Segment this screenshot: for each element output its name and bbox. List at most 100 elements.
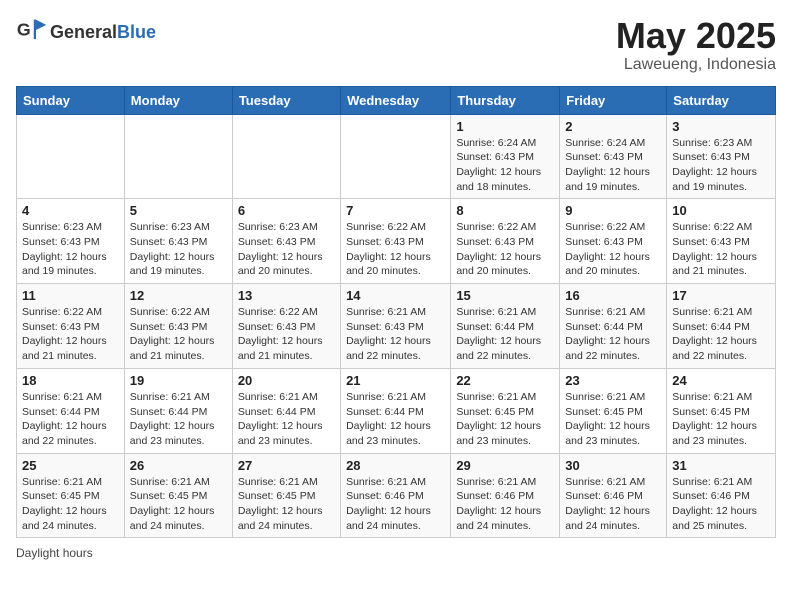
calendar-cell: 9 Sunrise: 6:22 AMSunset: 6:43 PMDaylight… — [560, 199, 667, 284]
day-number: 30 — [565, 458, 661, 473]
day-info: Sunrise: 6:23 AMSunset: 6:43 PMDaylight:… — [22, 220, 119, 279]
footer-note: Daylight hours — [16, 546, 776, 560]
day-number: 5 — [130, 203, 227, 218]
day-info: Sunrise: 6:21 AMSunset: 6:45 PMDaylight:… — [565, 390, 661, 449]
day-number: 31 — [672, 458, 770, 473]
day-number: 28 — [346, 458, 445, 473]
day-info: Sunrise: 6:21 AMSunset: 6:45 PMDaylight:… — [130, 475, 227, 534]
calendar-cell: 6 Sunrise: 6:23 AMSunset: 6:43 PMDaylight… — [232, 199, 340, 284]
calendar-cell: 16 Sunrise: 6:21 AMSunset: 6:44 PMDayligh… — [560, 284, 667, 369]
day-info: Sunrise: 6:21 AMSunset: 6:44 PMDaylight:… — [346, 390, 445, 449]
day-info: Sunrise: 6:21 AMSunset: 6:43 PMDaylight:… — [346, 305, 445, 364]
calendar-week-row: 25 Sunrise: 6:21 AMSunset: 6:45 PMDayligh… — [17, 453, 776, 538]
day-info: Sunrise: 6:21 AMSunset: 6:44 PMDaylight:… — [456, 305, 554, 364]
calendar-cell: 15Sunrise: 6:21 AMSunset: 6:44 PMDayligh… — [451, 284, 560, 369]
calendar-cell: 19 Sunrise: 6:21 AMSunset: 6:44 PMDayligh… — [124, 368, 232, 453]
day-number: 25 — [22, 458, 119, 473]
calendar-cell: 24Sunrise: 6:21 AMSunset: 6:45 PMDayligh… — [667, 368, 776, 453]
day-number: 13 — [238, 288, 335, 303]
day-number: 14 — [346, 288, 445, 303]
calendar-cell: 8Sunrise: 6:22 AMSunset: 6:43 PMDaylight… — [451, 199, 560, 284]
day-info: Sunrise: 6:21 AMSunset: 6:45 PMDaylight:… — [238, 475, 335, 534]
logo: G GeneralBlue — [16, 16, 156, 48]
calendar-cell — [124, 114, 232, 199]
calendar-cell: 25 Sunrise: 6:21 AMSunset: 6:45 PMDayligh… — [17, 453, 125, 538]
day-number: 23 — [565, 373, 661, 388]
day-number: 9 — [565, 203, 661, 218]
calendar-cell: 12Sunrise: 6:22 AMSunset: 6:43 PMDayligh… — [124, 284, 232, 369]
calendar-cell: 22Sunrise: 6:21 AMSunset: 6:45 PMDayligh… — [451, 368, 560, 453]
weekday-header: Wednesday — [341, 86, 451, 114]
day-info: Sunrise: 6:23 AMSunset: 6:43 PMDaylight:… — [672, 136, 770, 195]
day-number: 21 — [346, 373, 445, 388]
day-info: Sunrise: 6:23 AMSunset: 6:43 PMDaylight:… — [238, 220, 335, 279]
calendar-cell — [232, 114, 340, 199]
weekday-header: Friday — [560, 86, 667, 114]
weekday-header: Monday — [124, 86, 232, 114]
calendar-week-row: 4 Sunrise: 6:23 AMSunset: 6:43 PMDaylight… — [17, 199, 776, 284]
calendar-week-row: 11 Sunrise: 6:22 AMSunset: 6:43 PMDayligh… — [17, 284, 776, 369]
weekday-header: Sunday — [17, 86, 125, 114]
day-number: 4 — [22, 203, 119, 218]
calendar-cell: 7 Sunrise: 6:22 AMSunset: 6:43 PMDaylight… — [341, 199, 451, 284]
day-info: Sunrise: 6:22 AMSunset: 6:43 PMDaylight:… — [22, 305, 119, 364]
day-info: Sunrise: 6:21 AMSunset: 6:44 PMDaylight:… — [672, 305, 770, 364]
calendar-cell: 13 Sunrise: 6:22 AMSunset: 6:43 PMDayligh… — [232, 284, 340, 369]
day-info: Sunrise: 6:21 AMSunset: 6:45 PMDaylight:… — [456, 390, 554, 449]
location-title: Laweueng, Indonesia — [616, 56, 776, 74]
weekday-header: Saturday — [667, 86, 776, 114]
day-number: 29 — [456, 458, 554, 473]
day-info: Sunrise: 6:21 AMSunset: 6:46 PMDaylight:… — [456, 475, 554, 534]
calendar-cell: 29 Sunrise: 6:21 AMSunset: 6:46 PMDayligh… — [451, 453, 560, 538]
day-number: 18 — [22, 373, 119, 388]
calendar-cell: 18 Sunrise: 6:21 AMSunset: 6:44 PMDayligh… — [17, 368, 125, 453]
day-info: Sunrise: 6:22 AMSunset: 6:43 PMDaylight:… — [565, 220, 661, 279]
calendar-cell: 31 Sunrise: 6:21 AMSunset: 6:46 PMDayligh… — [667, 453, 776, 538]
day-info: Sunrise: 6:22 AMSunset: 6:43 PMDaylight:… — [672, 220, 770, 279]
calendar-cell: 17 Sunrise: 6:21 AMSunset: 6:44 PMDayligh… — [667, 284, 776, 369]
day-number: 17 — [672, 288, 770, 303]
calendar-cell: 4 Sunrise: 6:23 AMSunset: 6:43 PMDaylight… — [17, 199, 125, 284]
day-number: 7 — [346, 203, 445, 218]
calendar-week-row: 18 Sunrise: 6:21 AMSunset: 6:44 PMDayligh… — [17, 368, 776, 453]
calendar-table: SundayMondayTuesdayWednesdayThursdayFrid… — [16, 86, 776, 539]
day-number: 10 — [672, 203, 770, 218]
day-number: 11 — [22, 288, 119, 303]
calendar-cell: 10 Sunrise: 6:22 AMSunset: 6:43 PMDayligh… — [667, 199, 776, 284]
day-info: Sunrise: 6:21 AMSunset: 6:45 PMDaylight:… — [672, 390, 770, 449]
day-info: Sunrise: 6:24 AMSunset: 6:43 PMDaylight:… — [565, 136, 661, 195]
day-number: 6 — [238, 203, 335, 218]
day-info: Sunrise: 6:21 AMSunset: 6:44 PMDaylight:… — [22, 390, 119, 449]
day-number: 2 — [565, 119, 661, 134]
calendar-cell: 14 Sunrise: 6:21 AMSunset: 6:43 PMDayligh… — [341, 284, 451, 369]
calendar-cell: 2 Sunrise: 6:24 AMSunset: 6:43 PMDaylight… — [560, 114, 667, 199]
day-number: 19 — [130, 373, 227, 388]
day-number: 1 — [456, 119, 554, 134]
day-info: Sunrise: 6:22 AMSunset: 6:43 PMDaylight:… — [238, 305, 335, 364]
day-info: Sunrise: 6:21 AMSunset: 6:44 PMDaylight:… — [565, 305, 661, 364]
calendar-cell — [17, 114, 125, 199]
svg-text:G: G — [17, 20, 31, 40]
calendar-cell: 20Sunrise: 6:21 AMSunset: 6:44 PMDayligh… — [232, 368, 340, 453]
day-info: Sunrise: 6:23 AMSunset: 6:43 PMDaylight:… — [130, 220, 227, 279]
calendar-header-row: SundayMondayTuesdayWednesdayThursdayFrid… — [17, 86, 776, 114]
day-number: 16 — [565, 288, 661, 303]
day-info: Sunrise: 6:24 AMSunset: 6:43 PMDaylight:… — [456, 136, 554, 195]
calendar-cell: 23 Sunrise: 6:21 AMSunset: 6:45 PMDayligh… — [560, 368, 667, 453]
day-info: Sunrise: 6:22 AMSunset: 6:43 PMDaylight:… — [456, 220, 554, 279]
day-info: Sunrise: 6:21 AMSunset: 6:46 PMDaylight:… — [346, 475, 445, 534]
day-number: 3 — [672, 119, 770, 134]
month-title: May 2025 — [616, 16, 776, 56]
day-info: Sunrise: 6:21 AMSunset: 6:45 PMDaylight:… — [22, 475, 119, 534]
day-number: 27 — [238, 458, 335, 473]
calendar-cell: 11 Sunrise: 6:22 AMSunset: 6:43 PMDayligh… — [17, 284, 125, 369]
day-info: Sunrise: 6:21 AMSunset: 6:44 PMDaylight:… — [238, 390, 335, 449]
day-info: Sunrise: 6:22 AMSunset: 6:43 PMDaylight:… — [346, 220, 445, 279]
day-info: Sunrise: 6:21 AMSunset: 6:44 PMDaylight:… — [130, 390, 227, 449]
calendar-week-row: 1 Sunrise: 6:24 AMSunset: 6:43 PMDaylight… — [17, 114, 776, 199]
calendar-cell: 27 Sunrise: 6:21 AMSunset: 6:45 PMDayligh… — [232, 453, 340, 538]
day-info: Sunrise: 6:21 AMSunset: 6:46 PMDaylight:… — [672, 475, 770, 534]
calendar-cell: 28 Sunrise: 6:21 AMSunset: 6:46 PMDayligh… — [341, 453, 451, 538]
day-number: 12 — [130, 288, 227, 303]
logo-text-blue: Blue — [117, 22, 156, 42]
